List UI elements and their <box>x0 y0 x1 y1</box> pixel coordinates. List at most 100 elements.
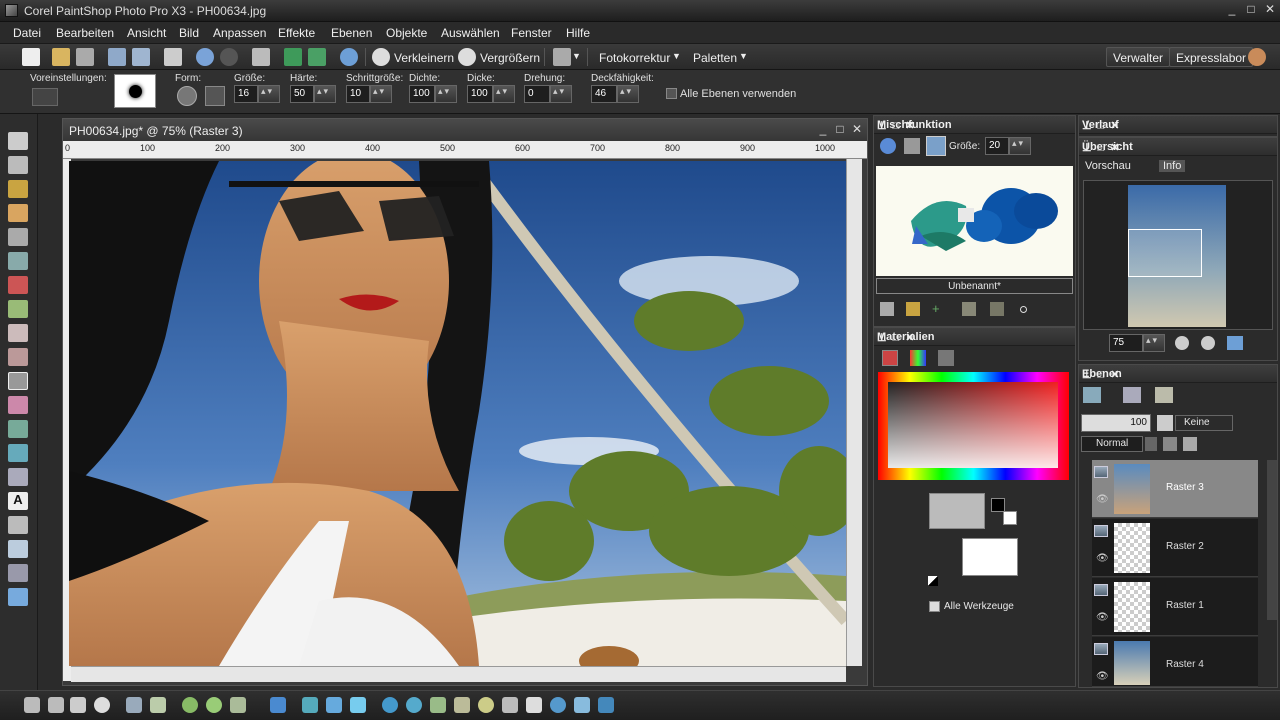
doc-maximize-button[interactable]: □ <box>832 122 848 138</box>
overview-preview[interactable] <box>1083 180 1273 330</box>
actual-size-icon[interactable] <box>1227 336 1243 350</box>
foreground-style-swatch[interactable] <box>929 493 985 529</box>
selection-tool-icon[interactable] <box>8 180 28 198</box>
effect-icon[interactable] <box>94 697 110 713</box>
panel-controls[interactable]: ⊥□✕ <box>1082 141 1274 154</box>
save-as-icon[interactable] <box>132 48 150 66</box>
link-icon[interactable] <box>1163 437 1177 451</box>
pick-tool-icon[interactable] <box>8 156 28 174</box>
menu-objekte[interactable]: Objekte <box>386 26 427 40</box>
menu-anpassen[interactable]: Anpassen <box>213 26 266 40</box>
rotation-input[interactable]: 0 <box>524 85 550 103</box>
dodge-tool-icon[interactable] <box>8 324 28 342</box>
eyedropper-icon[interactable] <box>1157 415 1173 431</box>
minimize-button[interactable]: _ <box>1224 2 1240 18</box>
zoom-out-icon[interactable] <box>1175 336 1189 350</box>
layer-mask-icon[interactable] <box>1123 387 1141 403</box>
new-file-icon[interactable] <box>22 48 40 66</box>
info-icon[interactable] <box>340 48 358 66</box>
zoom-out-button[interactable]: Verkleinern <box>394 51 454 65</box>
effect-icon[interactable] <box>326 697 342 713</box>
effect-icon[interactable] <box>478 697 494 713</box>
eraser-tool-icon[interactable] <box>8 468 28 486</box>
doc-close-button[interactable]: ✕ <box>849 122 865 138</box>
menu-effekte[interactable]: Effekte <box>278 26 315 40</box>
zoom-in-icon[interactable] <box>458 48 476 66</box>
mixer-canvas[interactable] <box>876 166 1073 276</box>
warp-tool-icon[interactable] <box>8 564 28 582</box>
opacity-input[interactable]: 46 <box>591 85 617 103</box>
mixer-size-stepper[interactable] <box>1009 137 1031 155</box>
save-icon[interactable] <box>108 48 126 66</box>
all-layers-checkbox[interactable] <box>666 88 677 99</box>
layer-opacity-input[interactable]: 100 <box>1081 414 1151 432</box>
step-input[interactable]: 10 <box>346 85 370 103</box>
vertical-scrollbar[interactable] <box>846 159 862 666</box>
layer-row[interactable]: 👁 Raster 4 <box>1092 637 1258 687</box>
paint-brush-tool-icon[interactable] <box>8 396 28 414</box>
thickness-input[interactable]: 100 <box>467 85 493 103</box>
image-canvas[interactable] <box>69 161 846 666</box>
mixer-size-input[interactable]: 20 <box>985 137 1009 155</box>
effect-icon[interactable] <box>70 697 86 713</box>
text-tool-icon[interactable]: A <box>8 492 28 510</box>
effect-icon[interactable] <box>350 697 366 713</box>
pan-icon[interactable]: + <box>932 302 946 316</box>
panel-controls[interactable]: ⊥□✕ <box>1082 119 1274 132</box>
reset-colors-icon[interactable] <box>928 576 938 586</box>
size-stepper[interactable] <box>258 85 280 103</box>
mixer-knife-icon[interactable] <box>904 138 920 154</box>
hardness-stepper[interactable] <box>314 85 336 103</box>
layer-mask-dropdown[interactable]: Keine <box>1175 415 1233 431</box>
smudge-tool-icon[interactable] <box>8 348 28 366</box>
eye-icon[interactable]: 👁 <box>1096 494 1109 505</box>
menu-ansicht[interactable]: Ansicht <box>127 26 166 40</box>
mixer-drop-icon[interactable] <box>880 138 896 154</box>
pen-tool-icon[interactable] <box>8 540 28 558</box>
swatches-tab-icon[interactable] <box>938 350 954 366</box>
mixer-brush-tool-icon[interactable] <box>8 372 28 390</box>
layer-row[interactable]: 👁 Raster 3 <box>1092 460 1258 518</box>
doc-minimize-button[interactable]: _ <box>815 122 831 138</box>
redo-icon[interactable] <box>220 48 238 66</box>
delete-layer-icon[interactable] <box>1155 387 1173 403</box>
undo-icon[interactable] <box>196 48 214 66</box>
effect-icon[interactable] <box>550 697 566 713</box>
density-stepper[interactable] <box>435 85 457 103</box>
close-button[interactable]: ✕ <box>1262 2 1278 18</box>
hardness-input[interactable]: 50 <box>290 85 314 103</box>
menu-bearbeiten[interactable]: Bearbeiten <box>56 26 114 40</box>
effect-icon[interactable] <box>430 697 446 713</box>
straighten-tool-icon[interactable] <box>8 252 28 270</box>
background-color-swatch[interactable] <box>1003 511 1017 525</box>
shape-tool-icon[interactable] <box>8 516 28 534</box>
mixer-open-icon[interactable] <box>880 302 894 316</box>
mixer-brush-icon[interactable] <box>926 136 946 156</box>
effect-icon[interactable] <box>454 697 470 713</box>
menu-ebenen[interactable]: Ebenen <box>331 26 372 40</box>
effect-icon[interactable] <box>598 697 614 713</box>
presets-dropdown[interactable] <box>32 88 58 106</box>
layers-scrollbar[interactable] <box>1267 460 1277 620</box>
mixer-tool-icon[interactable] <box>962 302 976 316</box>
overview-viewport[interactable] <box>1128 229 1202 277</box>
all-tools-checkbox[interactable] <box>929 601 940 612</box>
effect-icon[interactable] <box>302 697 318 713</box>
effect-icon[interactable] <box>150 697 166 713</box>
effect-icon[interactable] <box>526 697 542 713</box>
saturation-square[interactable] <box>888 382 1058 468</box>
effect-icon[interactable] <box>182 697 198 713</box>
opacity-stepper[interactable] <box>617 85 639 103</box>
step-stepper[interactable] <box>370 85 392 103</box>
picture-tube-tool-icon[interactable] <box>8 588 28 606</box>
crop-tool-icon[interactable] <box>8 228 28 246</box>
eye-icon[interactable]: 👁 <box>1096 612 1109 623</box>
square-shape-button[interactable] <box>205 86 225 106</box>
tab-info[interactable]: Info <box>1159 160 1186 172</box>
effect-icon[interactable] <box>270 697 286 713</box>
rainbow-tab-icon[interactable] <box>910 350 926 366</box>
panel-controls[interactable]: ⊥□✕ <box>1082 368 1274 381</box>
scan-icon[interactable] <box>76 48 94 66</box>
menu-fenster[interactable]: Fenster <box>511 26 552 40</box>
import-icon[interactable] <box>284 48 302 66</box>
